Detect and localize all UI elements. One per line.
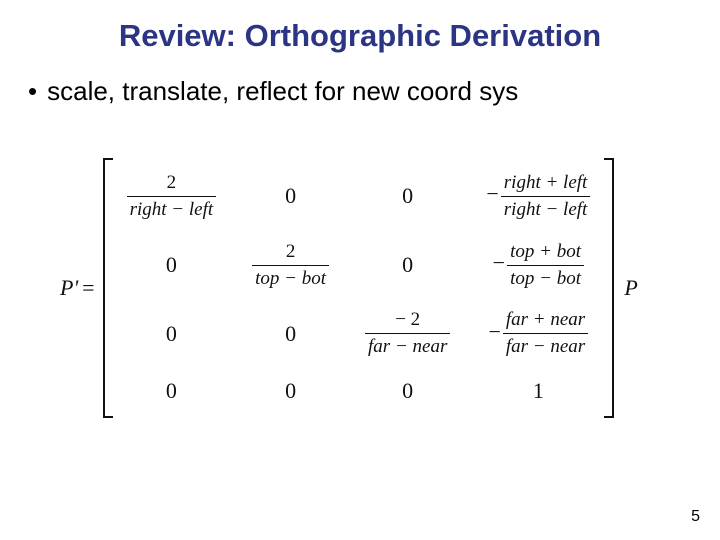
fraction-denominator: top − bot (507, 268, 584, 290)
fraction-denominator: top − bot (252, 268, 329, 290)
bracket-right (608, 158, 618, 418)
matrix-row: 0 0 − 2 far − near − far + near far − ne… (109, 299, 609, 368)
matrix-row: 0 2 top − bot 0 − top + bot top − bot (109, 231, 609, 300)
fraction-numerator: top + bot (507, 241, 584, 263)
matrix-cell: − far + near far − near (468, 299, 608, 368)
fraction-numerator: − 2 (365, 309, 450, 331)
bullet-dot: • (28, 78, 37, 104)
fraction: far + near far − near (503, 309, 588, 358)
matrix-cell: 0 (109, 299, 235, 368)
fraction-denominator: far − near (365, 336, 450, 358)
matrix-cell: 2 right − left (109, 162, 235, 231)
equation: P' = 2 right − left 0 0 − right + left (60, 158, 638, 418)
fraction: 2 right − left (127, 172, 217, 221)
fraction: right + left right − left (501, 172, 591, 221)
rhs-P: P (624, 275, 637, 301)
fraction-numerator: 2 (252, 241, 329, 263)
fraction-bar (365, 333, 450, 334)
minus-sign: − (493, 250, 505, 275)
matrix-cell: 0 (347, 162, 468, 231)
matrix-cell: 2 top − bot (234, 231, 347, 300)
fraction-numerator: right + left (501, 172, 591, 194)
matrix-cell: 0 (347, 368, 468, 414)
matrix-cell: 1 (468, 368, 608, 414)
matrix-row: 0 0 0 1 (109, 368, 609, 414)
slide: Review: Orthographic Derivation • scale,… (0, 0, 720, 540)
matrix-cell: 0 (234, 162, 347, 231)
matrix-cell: 0 (109, 368, 235, 414)
matrix-cell: − 2 far − near (347, 299, 468, 368)
fraction: − 2 far − near (365, 309, 450, 358)
minus-sign: − (486, 181, 498, 206)
matrix-cell: 0 (109, 231, 235, 300)
matrix: 2 right − left 0 0 − right + left right … (109, 162, 609, 414)
page-number: 5 (691, 508, 700, 526)
matrix-cell: − top + bot top − bot (468, 231, 608, 300)
matrix-row: 2 right − left 0 0 − right + left right … (109, 162, 609, 231)
equals-sign: = (82, 275, 94, 301)
matrix-cell: 0 (234, 368, 347, 414)
fraction-numerator: 2 (127, 172, 217, 194)
bullet-row: • scale, translate, reflect for new coor… (0, 76, 720, 107)
fraction-numerator: far + near (503, 309, 588, 331)
lhs-P-prime: P' (60, 275, 78, 301)
fraction: 2 top − bot (252, 241, 329, 290)
fraction-denominator: far − near (503, 336, 588, 358)
fraction-bar (127, 196, 217, 197)
bracket-left (99, 158, 109, 418)
fraction-bar (501, 196, 591, 197)
fraction-bar (507, 265, 584, 266)
fraction: top + bot top − bot (507, 241, 584, 290)
fraction-denominator: right − left (501, 199, 591, 221)
fraction-bar (252, 265, 329, 266)
matrix-cell: − right + left right − left (468, 162, 608, 231)
fraction-denominator: right − left (127, 199, 217, 221)
slide-title: Review: Orthographic Derivation (0, 0, 720, 54)
matrix-cell: 0 (347, 231, 468, 300)
fraction-bar (503, 333, 588, 334)
bullet-text: scale, translate, reflect for new coord … (47, 76, 518, 107)
minus-sign: − (488, 319, 500, 344)
matrix-cell: 0 (234, 299, 347, 368)
